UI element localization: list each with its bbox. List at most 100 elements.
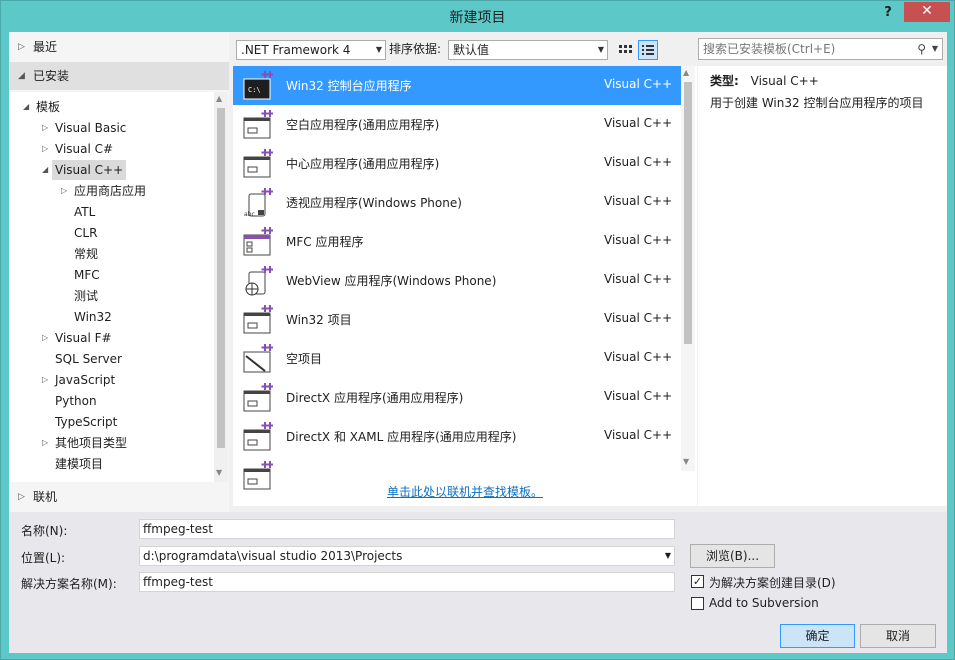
template-list: C:\ Win32 控制台应用程序 Visual C++ 空白应用程序(通用应用程序)… (233, 66, 697, 506)
category-panel: ▷ 最近 ◢ 已安装 ◢ 模板 ▷ Visual Basic ▷ Visual C# ◢ Vi… (9, 32, 229, 512)
template-language: Visual C++ (604, 389, 673, 403)
create-directory-checkbox[interactable]: ✓ (691, 575, 704, 588)
ok-button[interactable]: 确定 (780, 624, 855, 648)
tree-item[interactable]: ▷ Visual Basic (42, 118, 127, 138)
section-recent-label: 最近 (33, 40, 58, 54)
expand-arrow-icon[interactable]: ▷ (61, 181, 67, 201)
tree-scroll-thumb[interactable] (217, 108, 225, 448)
template-name: Win32 控制台应用程序 (286, 79, 412, 93)
expand-arrow-icon[interactable]: ▷ (42, 370, 48, 390)
tree-item[interactable]: ▷ Visual C# (42, 139, 113, 159)
title-bar: 新建项目 ? ✕ (1, 1, 954, 32)
expand-arrow-icon: ▷ (18, 42, 25, 52)
add-to-subversion-checkbox[interactable] (691, 597, 704, 610)
solution-name-value: ffmpeg-test (143, 575, 213, 589)
section-recent[interactable]: ▷ 最近 (9, 33, 229, 61)
tree-item[interactable]: 测试 (74, 286, 98, 306)
add-to-subversion-label[interactable]: Add to Subversion (709, 596, 819, 610)
template-row[interactable]: abc 透视应用程序(Windows Phone) Visual C++ (233, 183, 681, 222)
chevron-down-icon[interactable]: ▼ (665, 547, 671, 565)
expand-arrow-icon[interactable]: ▷ (42, 139, 48, 159)
find-online-templates-link[interactable]: 单击此处以联机并查找模板。 (233, 483, 697, 500)
collapse-arrow-icon[interactable]: ◢ (23, 97, 29, 117)
scroll-down-icon[interactable]: ▼ (216, 468, 222, 477)
name-value: ffmpeg-test (143, 522, 213, 536)
template-row[interactable]: MFC 应用程序 Visual C++ (233, 222, 681, 261)
tree-item[interactable]: ▷ JavaScript (42, 370, 116, 390)
tree-scrollbar[interactable]: ▲ ▼ (214, 92, 228, 482)
browse-button[interactable]: 浏览(B)... (690, 544, 775, 568)
location-field[interactable]: d:\programdata\visual studio 2013\Projec… (139, 546, 675, 566)
tree-item[interactable]: 常规 (74, 244, 98, 264)
expand-arrow-icon[interactable]: ▷ (42, 118, 48, 138)
template-row[interactable]: WebView 应用程序(Windows Phone) Visual C++ (233, 261, 681, 300)
section-online-label: 联机 (33, 490, 58, 504)
chevron-down-icon[interactable]: ▼ (932, 39, 938, 59)
list-scrollbar[interactable]: ▲ ▼ (681, 66, 695, 471)
template-row[interactable]: 中心应用程序(通用应用程序) Visual C++ (233, 144, 681, 183)
tree-item[interactable]: ▷ 应用商店应用 (61, 181, 146, 201)
expand-arrow-icon[interactable]: ▷ (42, 328, 48, 348)
tree-item[interactable]: Python (55, 391, 97, 411)
tree-item[interactable]: Win32 (74, 307, 112, 327)
hub-app-icon (243, 149, 274, 179)
close-button[interactable]: ✕ (904, 2, 950, 22)
location-label: 位置(L): (21, 551, 66, 565)
tree-item[interactable]: CLR (74, 223, 97, 243)
template-row[interactable]: DirectX 应用程序(通用应用程序) Visual C++ (233, 378, 681, 417)
template-language: Visual C++ (604, 428, 673, 442)
blank-app-icon (243, 110, 274, 140)
scroll-up-icon[interactable]: ▲ (683, 68, 689, 77)
tree-item[interactable]: ◢ Visual C++ (42, 160, 127, 180)
name-field[interactable]: ffmpeg-test (139, 519, 675, 539)
scroll-down-icon[interactable]: ▼ (683, 457, 689, 466)
tree-item[interactable]: MFC (74, 265, 100, 285)
template-row[interactable]: Win32 项目 Visual C++ (233, 300, 681, 339)
tree-item[interactable]: 建模项目 (55, 454, 103, 474)
template-toolbar: .NET Framework 4 ▼ 排序依据: 默认值 ▼ (233, 38, 693, 62)
tree-item-label: Visual Basic (55, 121, 127, 135)
search-templates-input[interactable]: 搜索已安装模板(Ctrl+E) ⚲ ▼ (698, 38, 943, 60)
tree-item[interactable]: ▷ Visual F# (42, 328, 112, 348)
help-button[interactable]: ? (877, 4, 899, 24)
template-name: Win32 项目 (286, 313, 352, 327)
tree-item-label: Visual F# (55, 331, 112, 345)
template-row[interactable]: C:\ Win32 控制台应用程序 Visual C++ (233, 66, 681, 105)
expand-arrow-icon[interactable]: ▷ (42, 433, 48, 453)
cancel-button[interactable]: 取消 (860, 624, 936, 648)
dialog-body: ▷ 最近 ◢ 已安装 ◢ 模板 ▷ Visual Basic ▷ Visual C# ◢ Vi… (9, 32, 947, 653)
tree-item[interactable]: TypeScript (55, 412, 117, 432)
template-row[interactable]: 空项目 Visual C++ (233, 339, 681, 378)
type-value: Visual C++ (750, 74, 819, 88)
mfc-app-icon (243, 227, 274, 257)
scroll-up-icon[interactable]: ▲ (216, 94, 222, 103)
list-view-button[interactable] (638, 40, 658, 60)
template-language: Visual C++ (604, 194, 673, 208)
section-installed[interactable]: ◢ 已安装 (9, 62, 229, 90)
template-name: MFC 应用程序 (286, 235, 364, 249)
directx-app-icon (243, 383, 274, 413)
template-language: Visual C++ (604, 77, 673, 91)
tree-item[interactable]: SQL Server (55, 349, 122, 369)
tree-item[interactable]: ▷ 其他项目类型 (42, 433, 127, 453)
tree-item[interactable]: ATL (74, 202, 95, 222)
expand-arrow-icon: ▷ (18, 492, 25, 502)
tree-item-label: 模板 (36, 100, 61, 114)
solution-name-field[interactable]: ffmpeg-test (139, 572, 675, 592)
template-name: DirectX 和 XAML 应用程序(通用应用程序) (286, 430, 517, 444)
template-row[interactable]: DirectX 和 XAML 应用程序(通用应用程序) Visual C++ (233, 417, 681, 456)
small-icons-view-button[interactable] (615, 40, 635, 60)
new-project-dialog: 新建项目 ? ✕ ▷ 最近 ◢ 已安装 ◢ 模板 ▷ Visual Basic ▷ Vis… (0, 0, 955, 660)
create-directory-label[interactable]: 为解决方案创建目录(D) (709, 574, 836, 591)
section-online[interactable]: ▷ 联机 (9, 483, 229, 511)
tree-item-label: Visual C++ (55, 163, 124, 177)
sort-select[interactable]: 默认值 ▼ (448, 40, 608, 60)
collapse-arrow-icon[interactable]: ◢ (42, 160, 48, 180)
framework-select[interactable]: .NET Framework 4 ▼ (236, 40, 386, 60)
list-scroll-thumb[interactable] (684, 82, 692, 344)
tree-item[interactable]: ◢ 模板 (23, 97, 61, 117)
template-row[interactable]: 空白应用程序(通用应用程序) Visual C++ (233, 105, 681, 144)
search-icon[interactable]: ⚲ (917, 39, 926, 59)
tree-item-label: JavaScript (55, 373, 116, 387)
template-name: 空项目 (286, 352, 323, 366)
